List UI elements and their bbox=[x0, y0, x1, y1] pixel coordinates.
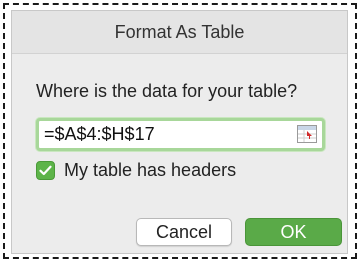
headers-checkbox-row[interactable]: My table has headers bbox=[36, 158, 236, 182]
headers-checkbox[interactable] bbox=[36, 160, 55, 180]
headers-checkbox-label: My table has headers bbox=[64, 159, 237, 180]
dialog-title: Format As Table bbox=[114, 21, 245, 42]
collapse-dialog-icon[interactable] bbox=[297, 125, 317, 143]
dialog-titlebar[interactable]: Format As Table bbox=[12, 11, 347, 54]
checkmark-icon bbox=[39, 165, 52, 175]
cancel-button[interactable]: Cancel bbox=[136, 218, 232, 246]
format-as-table-dialog: Format As Table Where is the data for yo… bbox=[11, 10, 348, 254]
ok-button[interactable]: OK bbox=[245, 218, 342, 246]
data-range-field[interactable] bbox=[36, 118, 325, 151]
data-range-prompt: Where is the data for your table? bbox=[36, 81, 298, 101]
data-range-input[interactable] bbox=[39, 121, 294, 148]
